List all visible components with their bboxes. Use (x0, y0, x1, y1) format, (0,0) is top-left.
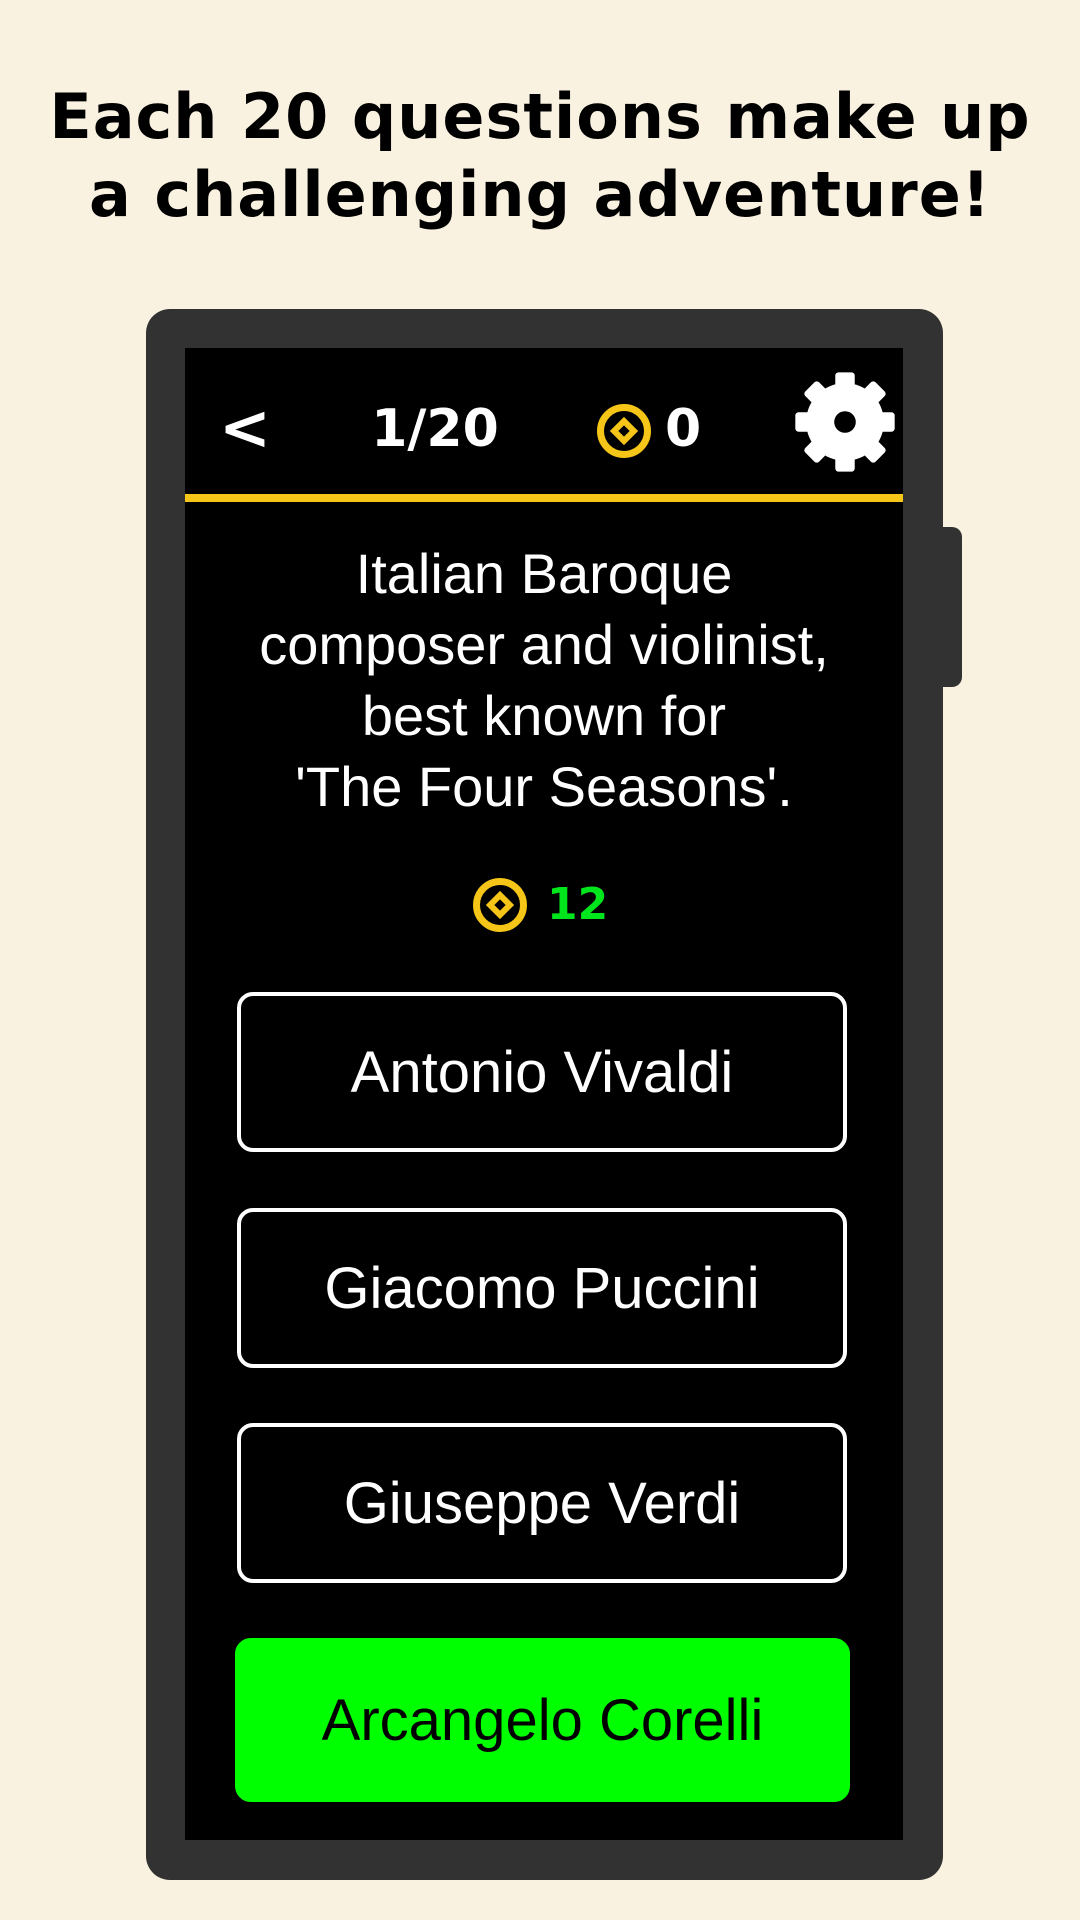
promo-headline: Each 20 questions make up a challenging … (0, 78, 1080, 234)
reward-coin-icon (473, 878, 527, 932)
question-line-1: Italian Baroque (355, 542, 733, 605)
question-text: Italian Baroque composer and violinist, … (205, 538, 883, 822)
promo-line-1: Each 20 questions make up (49, 80, 1031, 153)
answer-button-3[interactable]: Giuseppe Verdi (237, 1423, 847, 1583)
answer-button-1[interactable]: Antonio Vivaldi (237, 992, 847, 1152)
question-line-4: 'The Four Seasons'. (295, 755, 793, 818)
gear-icon[interactable] (791, 368, 899, 476)
coin-icon (597, 404, 651, 458)
question-line-3: best known for (361, 684, 727, 747)
top-bar: < 1/20 0 (185, 348, 903, 494)
question-line-2: composer and violinist, (259, 613, 829, 676)
back-button[interactable]: < (215, 397, 275, 459)
question-progress: 1/20 (371, 399, 499, 459)
answer-button-2[interactable]: Giacomo Puccini (237, 1208, 847, 1368)
coin-count: 0 (665, 399, 702, 459)
game-screen: < 1/20 0 Italian Baroque composer and vi… (185, 348, 903, 1840)
reward-value: 12 (547, 879, 609, 930)
promo-line-2: a challenging adventure! (88, 158, 992, 231)
phone-side-button (938, 527, 962, 687)
top-bar-divider (185, 494, 903, 502)
answer-button-4[interactable]: Arcangelo Corelli (235, 1638, 850, 1802)
